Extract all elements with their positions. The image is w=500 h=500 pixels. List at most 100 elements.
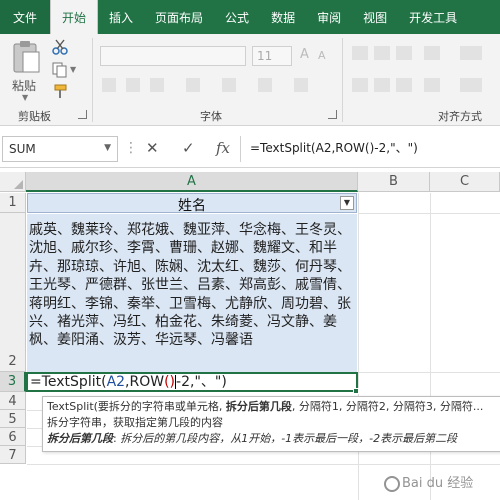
name-box[interactable]: SUM ▼ bbox=[2, 136, 118, 162]
paste-icon bbox=[13, 41, 40, 73]
watermark-paw-icon bbox=[384, 475, 400, 492]
grow-font-icon[interactable]: A bbox=[300, 47, 309, 62]
font-launcher-icon[interactable] bbox=[328, 110, 337, 119]
orientation-icon[interactable] bbox=[424, 46, 440, 60]
fill-handle[interactable] bbox=[353, 388, 359, 394]
italic-icon[interactable] bbox=[126, 78, 140, 92]
tab-insert[interactable]: 插入 bbox=[98, 0, 144, 34]
column-header-b[interactable]: B bbox=[358, 172, 430, 192]
group-label-clipboard: 剪贴板 bbox=[18, 110, 51, 123]
cell-a1-text: 姓名 bbox=[178, 198, 206, 214]
function-tooltip: TextSplit(要拆分的字符串或单元格, 拆分后第几段, 分隔符1, 分隔符… bbox=[42, 396, 500, 452]
font-size-box[interactable]: 11 bbox=[252, 46, 292, 66]
formula-bar: SUM ▼ ⋮ ✕ ✓ fx =TextSplit(A2,ROW()-2,"、"… bbox=[0, 130, 500, 168]
group-divider bbox=[92, 38, 93, 122]
align-middle-icon[interactable] bbox=[374, 46, 390, 60]
tooltip-current-arg: 拆分后第几段 bbox=[225, 400, 292, 413]
align-center-icon[interactable] bbox=[374, 78, 390, 92]
tooltip-signature-pre: TextSplit(要拆分的字符串或单元格, bbox=[47, 400, 226, 413]
copy-dropdown-icon[interactable]: ▼ bbox=[70, 65, 76, 74]
tooltip-arg-help: 拆分后第几段: 拆分后的第几段内容，从1开始，-1表示最后一段，-2表示最后第二… bbox=[47, 432, 458, 445]
tooltip-arg-label: 拆分后第几段 bbox=[47, 432, 113, 445]
align-left-icon[interactable] bbox=[352, 78, 368, 92]
cell-a1[interactable]: 姓名 ▼ bbox=[27, 193, 357, 214]
tooltip-description: 拆分字符串，获取指定第几段的内容 bbox=[47, 416, 223, 429]
phonetic-icon[interactable] bbox=[294, 78, 308, 92]
alignment-bottom-row bbox=[352, 78, 492, 94]
name-box-value: SUM bbox=[9, 142, 36, 156]
row-header-6[interactable]: 6 bbox=[0, 428, 26, 446]
tab-formulas[interactable]: 公式 bbox=[214, 0, 260, 34]
paste-button[interactable]: 粘贴 ▼ bbox=[8, 38, 44, 102]
edit-middle: ,ROW bbox=[125, 374, 165, 390]
tooltip-arg-text: 拆分后的第几段内容，从1开始，-1表示最后一段，-2表示最后第二段 bbox=[120, 432, 458, 445]
tab-view[interactable]: 视图 bbox=[352, 0, 398, 34]
border-icon[interactable] bbox=[186, 78, 200, 92]
font-size-value: 11 bbox=[257, 49, 273, 63]
gridline bbox=[27, 464, 500, 465]
gridline bbox=[430, 193, 431, 500]
wrap-text-icon[interactable] bbox=[460, 46, 482, 60]
gridline bbox=[358, 372, 500, 373]
worksheet-grid: A B C 1 2 3 4 5 6 7 姓名 ▼ 戚英、魏莱玲、郑花娥、魏亚萍、… bbox=[0, 172, 500, 500]
tab-developer[interactable]: 开发工具 bbox=[398, 0, 468, 34]
formula-bar-divider bbox=[240, 136, 241, 162]
indent-icon[interactable] bbox=[424, 78, 440, 92]
gridline bbox=[358, 193, 359, 500]
tooltip-signature-post: , 分隔符1, 分隔符2, 分隔符3, 分隔符... bbox=[291, 400, 484, 413]
formula-bar-grip-icon[interactable]: ⋮ bbox=[124, 140, 138, 156]
column-header-c[interactable]: C bbox=[430, 172, 500, 192]
font-name-box[interactable] bbox=[100, 46, 246, 66]
group-divider bbox=[342, 38, 343, 122]
alignment-top-row bbox=[352, 46, 492, 62]
edit-suffix: -2,"、") bbox=[176, 374, 227, 390]
edit-paren: () bbox=[164, 374, 176, 390]
row-header-7[interactable]: 7 bbox=[0, 446, 26, 464]
font-format-row bbox=[102, 78, 332, 94]
ribbon-panel: 粘贴 ▼ ▼ 剪贴板 11 A A 字体 对齐方式 bbox=[0, 34, 500, 126]
merge-center-icon[interactable] bbox=[460, 78, 482, 92]
tooltip-signature: TextSplit(要拆分的字符串或单元格, 拆分后第几段, 分隔符1, 分隔符… bbox=[47, 399, 500, 415]
edit-reference: A2 bbox=[106, 374, 126, 390]
paste-label: 粘贴 bbox=[12, 79, 37, 93]
group-label-alignment: 对齐方式 bbox=[438, 110, 482, 123]
align-top-icon[interactable] bbox=[352, 46, 368, 60]
enter-icon[interactable]: ✓ bbox=[182, 139, 195, 157]
edit-prefix: =TextSplit( bbox=[30, 374, 107, 390]
underline-icon[interactable] bbox=[150, 78, 164, 92]
format-painter-icon[interactable] bbox=[52, 84, 68, 100]
filter-dropdown-icon[interactable]: ▼ bbox=[340, 196, 354, 210]
clipboard-launcher-icon[interactable] bbox=[78, 110, 87, 119]
shrink-font-icon[interactable]: A bbox=[318, 49, 326, 62]
cell-a3-editor[interactable]: =TextSplit(A2,ROW()-2,"、") bbox=[26, 372, 358, 392]
ribbon-tab-bar: 文件 开始 插入 页面布局 公式 数据 审阅 视图 开发工具 bbox=[0, 0, 500, 34]
cancel-icon[interactable]: ✕ bbox=[146, 139, 159, 157]
font-color-icon[interactable] bbox=[258, 78, 272, 92]
tab-data[interactable]: 数据 bbox=[260, 0, 306, 34]
watermark: Bai du 经验 bbox=[384, 472, 473, 492]
row-header-1[interactable]: 1 bbox=[0, 193, 26, 213]
tab-review[interactable]: 审阅 bbox=[306, 0, 352, 34]
group-label-font: 字体 bbox=[200, 110, 222, 123]
tab-page-layout[interactable]: 页面布局 bbox=[144, 0, 214, 34]
fx-icon[interactable]: fx bbox=[216, 139, 230, 157]
cell-a2[interactable]: 戚英、魏莱玲、郑花娥、魏亚萍、华念梅、王冬灵、沈旭、戚尔珍、李霄、曹珊、赵娜、魏… bbox=[27, 214, 357, 372]
formula-input[interactable]: =TextSplit(A2,ROW()-2,"、") bbox=[250, 139, 418, 156]
tab-file[interactable]: 文件 bbox=[0, 0, 50, 34]
tab-home[interactable]: 开始 bbox=[50, 0, 99, 34]
chevron-down-icon: ▼ bbox=[104, 143, 111, 153]
row-header-3[interactable]: 3 bbox=[0, 372, 26, 392]
column-header-a[interactable]: A bbox=[26, 172, 358, 192]
chevron-down-icon: ▼ bbox=[22, 93, 29, 102]
row-header-5[interactable]: 5 bbox=[0, 410, 26, 428]
gridline bbox=[358, 213, 500, 214]
bold-icon[interactable] bbox=[102, 78, 116, 92]
row-header-4[interactable]: 4 bbox=[0, 392, 26, 410]
align-bottom-icon[interactable] bbox=[396, 46, 412, 60]
copy-icon[interactable] bbox=[52, 62, 68, 78]
fill-color-icon[interactable] bbox=[222, 78, 236, 92]
align-right-icon[interactable] bbox=[396, 78, 412, 92]
row-header-2[interactable]: 2 bbox=[0, 213, 26, 372]
cut-icon[interactable] bbox=[52, 39, 68, 55]
select-all-button[interactable] bbox=[0, 172, 26, 192]
